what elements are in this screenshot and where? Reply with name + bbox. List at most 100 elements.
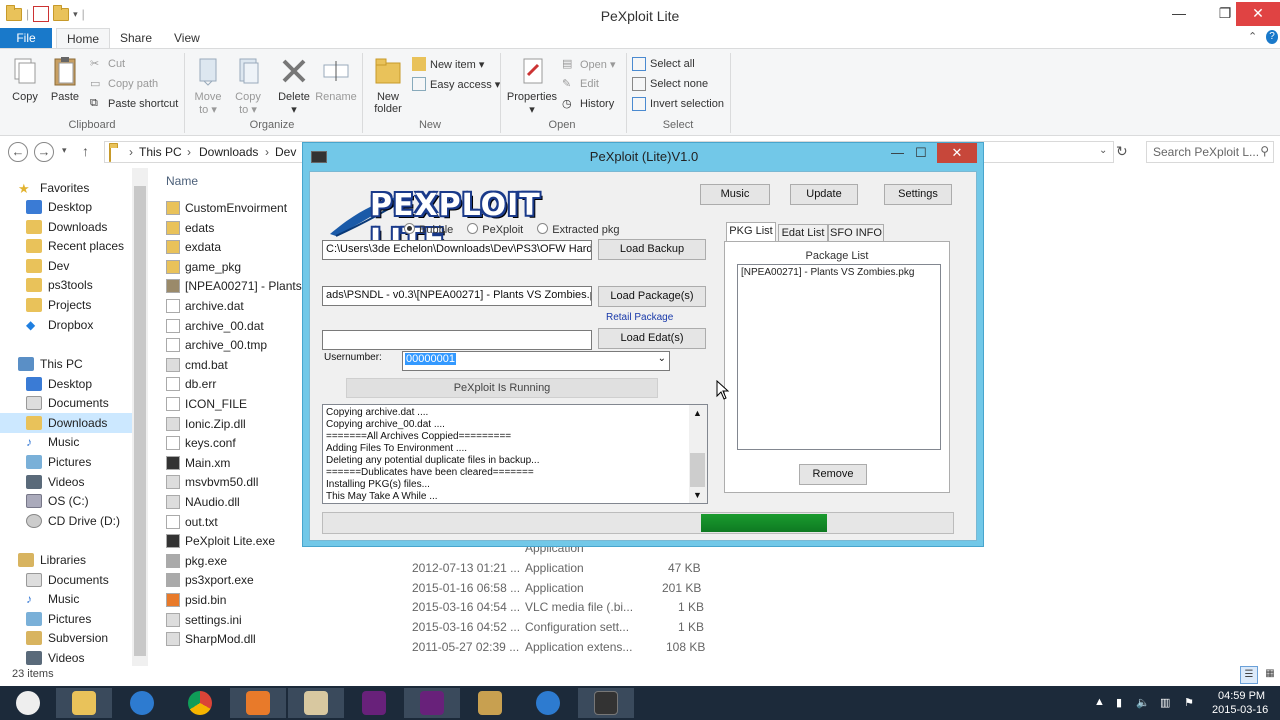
details-view-icon[interactable]: ☰	[1240, 666, 1258, 684]
properties-button[interactable]: Properties ▾	[506, 55, 558, 116]
backup-path-input[interactable]: C:\Users\3de Echelon\Downloads\Dev\PS3\O…	[322, 240, 592, 260]
pexploit-title: PeXploit (Lite)V1.0	[589, 149, 699, 164]
paste-button[interactable]: Paste	[48, 55, 82, 103]
collapse-ribbon-icon[interactable]: ⌃	[1248, 30, 1257, 43]
load-edats-button[interactable]: Load Edat(s)	[598, 328, 706, 349]
tab-sfo-info[interactable]: SFO INFO	[828, 224, 884, 242]
settings-button[interactable]: Settings	[884, 184, 952, 205]
radio-bubble[interactable]: Bubble	[404, 222, 453, 236]
copy-to-button[interactable]: Copy to ▾	[230, 55, 266, 116]
easy-access-button[interactable]: Easy access ▾	[412, 75, 500, 93]
taskbar-hxd[interactable]	[288, 688, 344, 718]
file-type: Application	[525, 581, 584, 595]
tab-home[interactable]: Home	[56, 28, 111, 49]
column-header-name[interactable]: Name	[166, 174, 198, 188]
update-button[interactable]: Update	[790, 184, 858, 205]
refresh-icon[interactable]: ↻	[1116, 143, 1128, 160]
up-button[interactable]: ↑	[82, 143, 89, 159]
network-icon[interactable]: ▥	[1160, 696, 1170, 709]
back-button[interactable]: ←	[8, 142, 28, 162]
file-name: game_pkg	[185, 259, 242, 274]
taskbar-visual-studio-2[interactable]	[404, 688, 460, 718]
move-to-button[interactable]: Move to ▾	[190, 55, 226, 116]
show-hidden-icons-icon[interactable]: ▲	[1094, 696, 1105, 708]
dialog-minimize-button[interactable]: —	[891, 145, 904, 160]
clock-date[interactable]: 2015-03-16	[1212, 704, 1268, 716]
power-icon[interactable]: ▮	[1116, 696, 1122, 709]
load-backup-button[interactable]: Load Backup	[598, 239, 706, 260]
remove-button[interactable]: Remove	[799, 464, 867, 485]
nav-scrollbar-thumb[interactable]	[134, 186, 146, 656]
scroll-up-icon[interactable]: ▲	[693, 407, 702, 419]
usernumber-select[interactable]: 00000001 ⌄	[402, 351, 670, 371]
select-all-button[interactable]: Select all	[632, 55, 695, 73]
log-scrollbar[interactable]: ▲ ▼	[689, 405, 707, 503]
file-icon	[166, 397, 180, 411]
new-item-button[interactable]: New item ▾	[412, 55, 484, 73]
new-folder-button[interactable]: New folder	[368, 55, 408, 115]
taskbar-media[interactable]	[230, 688, 286, 718]
minimize-button[interactable]: —	[1164, 2, 1194, 26]
tab-share[interactable]: Share	[110, 28, 162, 49]
start-button[interactable]	[0, 688, 56, 718]
help-icon[interactable]: ?	[1266, 30, 1278, 44]
mouse-cursor	[716, 379, 730, 403]
breadcrumb-downloads[interactable]: Downloads	[199, 145, 258, 159]
delete-button[interactable]: Delete ▾	[274, 55, 314, 116]
package-listbox[interactable]: [NPEA00271] - Plants VS Zombies.pkg	[737, 264, 941, 450]
nav-pc-downloads[interactable]: Downloads	[0, 413, 132, 433]
history-button[interactable]: ◷ History	[562, 95, 614, 113]
file-name: out.txt	[185, 514, 218, 529]
select-none-button[interactable]: Select none	[632, 75, 708, 93]
pictures-icon	[26, 455, 42, 469]
open-button[interactable]: ▤ Open ▾	[562, 55, 616, 73]
tab-edat-list[interactable]: Edat List	[778, 224, 828, 242]
package-path-input[interactable]: ads\PSNDL - v0.3\[NPEA00271] - Plants VS…	[322, 286, 592, 306]
cut-button[interactable]: ✂ Cut	[90, 55, 125, 73]
copy-button[interactable]: Copy	[8, 55, 42, 103]
new-folder-icon	[372, 55, 404, 87]
package-item[interactable]: [NPEA00271] - Plants VS Zombies.pkg	[741, 267, 937, 278]
paste-shortcut-button[interactable]: ⧉ Paste shortcut	[90, 95, 178, 113]
invert-selection-button[interactable]: Invert selection	[632, 95, 724, 113]
music-button[interactable]: Music	[700, 184, 770, 205]
scroll-down-icon[interactable]: ▼	[693, 489, 702, 501]
action-center-icon[interactable]: ⚑	[1184, 696, 1194, 709]
edit-button[interactable]: ✎ Edit	[562, 75, 599, 93]
load-packages-button[interactable]: Load Package(s)	[598, 286, 706, 307]
taskbar-tool[interactable]	[462, 688, 518, 718]
file-size: 47 KB	[668, 561, 701, 575]
tab-view[interactable]: View	[164, 28, 210, 49]
taskbar-explorer[interactable]	[56, 688, 112, 718]
forward-button[interactable]: →	[34, 142, 54, 162]
volume-icon[interactable]: 🔈	[1136, 696, 1150, 709]
taskbar-chrome[interactable]	[172, 688, 228, 718]
history-icon: ◷	[562, 98, 572, 110]
breadcrumb-this-pc[interactable]: This PC	[139, 145, 182, 159]
log-textbox[interactable]: Copying archive.dat .... Copying archive_…	[322, 404, 708, 504]
file-name: [NPEA00271] - Plants V	[185, 279, 314, 294]
close-button[interactable]: ✕	[1236, 2, 1280, 26]
folder-icon	[166, 240, 180, 255]
dialog-close-button[interactable]: ✕	[937, 143, 977, 163]
recent-locations-icon[interactable]: ▾	[62, 145, 67, 156]
log-scrollbar-thumb[interactable]	[690, 453, 705, 487]
file-name: cmd.bat	[185, 357, 228, 372]
tab-file[interactable]: File	[0, 28, 52, 49]
copy-path-button[interactable]: ▭ Copy path	[90, 75, 158, 93]
rename-button[interactable]: Rename	[314, 55, 358, 103]
edat-path-input[interactable]	[322, 330, 592, 350]
taskbar-pexploit[interactable]	[578, 688, 634, 718]
taskbar-visual-studio[interactable]	[346, 688, 402, 718]
taskbar-app-2[interactable]	[520, 688, 576, 718]
breadcrumb-dev[interactable]: Dev	[275, 145, 296, 159]
search-input[interactable]: Search PeXploit L... ⚲	[1146, 141, 1274, 163]
clock-time[interactable]: 04:59 PM	[1218, 690, 1265, 702]
taskbar-app[interactable]	[114, 688, 170, 718]
large-icons-view-icon[interactable]: ▦	[1262, 666, 1278, 684]
address-dropdown-icon[interactable]: ⌄	[1099, 145, 1107, 156]
radio-extracted-pkg[interactable]: Extracted pkg	[537, 222, 620, 236]
radio-pexploit[interactable]: PeXploit	[467, 222, 523, 236]
dialog-maximize-button[interactable]: ☐	[915, 145, 927, 161]
tab-pkg-list[interactable]: PKG List	[726, 222, 776, 242]
